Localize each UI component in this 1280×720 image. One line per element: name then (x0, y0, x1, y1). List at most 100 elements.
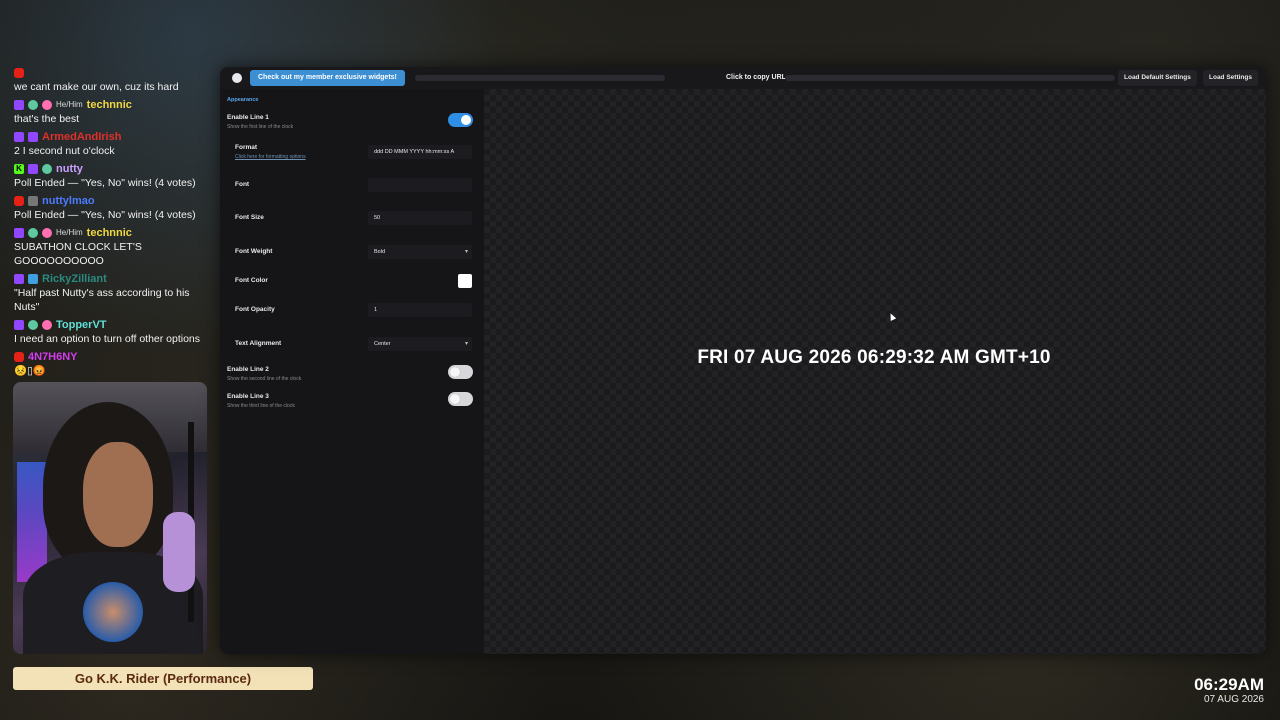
font-size-input[interactable]: 50 (368, 211, 472, 225)
sparkle-badge-icon (42, 320, 52, 330)
chat-username: RickyZilliant (42, 273, 107, 285)
enable-line3-label: Enable Line 3 (227, 393, 269, 400)
enable-line1-toggle[interactable] (448, 113, 473, 127)
widget-url-bar-right[interactable] (785, 75, 1115, 81)
chat-message: RickyZilliant "Half past Nutty's ass acc… (14, 272, 214, 314)
font-size-label: Font Size (235, 214, 264, 221)
crown-badge-icon (28, 274, 38, 284)
stream-clock-time: 06:29AM (1194, 675, 1264, 694)
chat-message: He/Him technnic that's the best (14, 98, 214, 126)
chat-username: technnic (86, 227, 132, 239)
clock-preview-canvas[interactable]: FRI 07 AUG 2026 06:29:32 AM GMT+10 (484, 89, 1266, 654)
enable-line3-toggle[interactable] (448, 392, 473, 406)
twitch-badge-icon (14, 320, 24, 330)
chat-username: technnic (86, 99, 132, 111)
youtube-badge-icon (14, 352, 24, 362)
format-label: Format (235, 144, 258, 151)
font-weight-value: Bold (374, 249, 386, 255)
verified-badge-icon (42, 164, 52, 174)
pencil-badge-icon (42, 100, 52, 110)
font-weight-label: Font Weight (235, 248, 273, 255)
format-input[interactable]: ddd DD MMM YYYY hh:mm:ss A (368, 145, 472, 159)
chat-message-header: He/Him technnic (14, 226, 214, 240)
copy-url-button[interactable]: Click to copy URL (726, 67, 786, 89)
chat-message-text: Poll Ended — "Yes, No" wins! (4 votes) (14, 177, 196, 189)
pronoun-tag: He/Him (56, 100, 83, 109)
font-label: Font (235, 181, 250, 188)
chat-username: TopperVT (56, 319, 107, 331)
font-input[interactable] (368, 178, 472, 192)
font-color-swatch[interactable] (458, 274, 472, 288)
load-settings-button[interactable]: Load Settings (1203, 70, 1258, 86)
shield-badge-icon (28, 100, 38, 110)
font-color-label: Font Color (235, 277, 268, 284)
webcam-feed (13, 382, 207, 654)
settings-panel: Appearance Enable Line 1 Show the first … (220, 89, 484, 654)
chat-message-header: He/Him technnic (14, 98, 214, 112)
clock-widget-editor: Check out my member exclusive widgets! C… (220, 67, 1266, 654)
chat-username: ArmedAndIrish (42, 131, 122, 143)
stream-clock: 06:29AM 07 AUG 2026 (1194, 675, 1264, 706)
toggle-knob (450, 394, 460, 404)
chat-message-text: we cant make our own, cuz its hard (14, 81, 179, 93)
twitch-badge-icon (14, 132, 24, 142)
webcam-streamer-face (83, 442, 153, 547)
stream-clock-date: 07 AUG 2026 (1203, 694, 1264, 705)
shield-badge-icon (28, 320, 38, 330)
chat-message: ArmedAndIrish 2 I second nut o'clock (14, 130, 214, 158)
load-default-settings-button[interactable]: Load Default Settings (1118, 70, 1197, 86)
youtube-badge-icon (14, 196, 24, 206)
video-badge-icon (28, 132, 38, 142)
chat-message: K nutty Poll Ended — "Yes, No" wins! (4 … (14, 162, 214, 190)
chat-message-text: I need an option to turn off other optio… (14, 333, 201, 345)
mouse-cursor-icon (887, 312, 897, 321)
shield-badge-icon (28, 228, 38, 238)
chat-message-text: 2 I second nut o'clock (14, 145, 115, 157)
text-alignment-select[interactable]: Center ▾ (368, 337, 472, 351)
chat-message: He/Him technnic SUBATHON CLOCK LET'S GOO… (14, 226, 214, 268)
pronoun-tag: He/Him (56, 228, 83, 237)
chat-message: nuttylmao Poll Ended — "Yes, No" wins! (… (14, 194, 214, 222)
section-title-appearance: Appearance (227, 97, 259, 103)
chat-message-text: 😣▯😡 (14, 365, 46, 377)
chat-message-text: that's the best (14, 113, 80, 125)
youtube-badge-icon (14, 68, 24, 78)
pencil-badge-icon (42, 228, 52, 238)
chat-message-header (14, 66, 214, 80)
chat-message-header: RickyZilliant (14, 272, 214, 286)
mic-badge-icon (28, 164, 38, 174)
twitch-badge-icon (14, 100, 24, 110)
twitch-badge-icon (14, 228, 24, 238)
chevron-down-icon: ▾ (464, 249, 468, 255)
chat-message-header: nuttylmao (14, 194, 214, 208)
chat-message-header: K nutty (14, 162, 214, 176)
chevron-down-icon: ▾ (464, 341, 468, 347)
chat-overlay: we cant make our own, cuz its hard He/Hi… (14, 66, 214, 382)
enable-line1-description: Show the first line of the clock (227, 124, 294, 130)
enable-line2-description: Show the second line of the clock (227, 376, 302, 382)
enable-line2-toggle[interactable] (448, 365, 473, 379)
chat-message-header: 4N7H6NY (14, 350, 214, 364)
chat-message: 4N7H6NY 😣▯😡 (14, 350, 214, 378)
chat-message: we cant make our own, cuz its hard (14, 66, 214, 94)
font-opacity-input[interactable]: 1 (368, 303, 472, 317)
formatting-options-link[interactable]: Click here for formatting options (235, 154, 306, 160)
chat-username: nuttylmao (42, 195, 95, 207)
chat-message-text: "Half past Nutty's ass according to his … (14, 287, 190, 313)
webcam-microphone (163, 512, 195, 592)
font-weight-select[interactable]: Bold ▾ (368, 245, 472, 259)
text-alignment-value: Center (374, 341, 391, 347)
chat-message-header: TopperVT (14, 318, 214, 332)
now-playing-bar: Go K.K. Rider (Performance) (13, 667, 313, 690)
chat-message: TopperVT I need an option to turn off ot… (14, 318, 214, 346)
kick-badge-icon: K (14, 164, 24, 174)
chat-message-text: Poll Ended — "Yes, No" wins! (4 votes) (14, 209, 196, 221)
toggle-knob (461, 115, 471, 125)
webcam-shirt-print (83, 582, 143, 642)
member-widgets-button[interactable]: Check out my member exclusive widgets! (250, 70, 405, 86)
enable-line3-description: Show the third line of the clock (227, 403, 295, 409)
teapot-logo-icon (232, 73, 242, 83)
toggle-knob (450, 367, 460, 377)
widget-url-bar[interactable] (414, 75, 665, 81)
enable-line1-label: Enable Line 1 (227, 114, 269, 121)
